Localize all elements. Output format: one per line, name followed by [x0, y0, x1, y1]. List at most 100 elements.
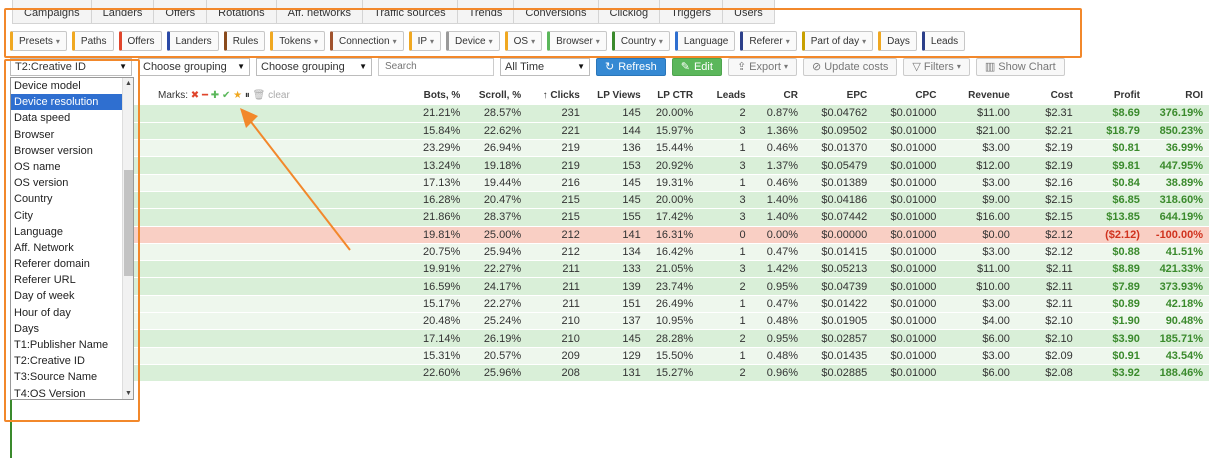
table-row[interactable]: 16.28% 20.47% 215 145 20.00% 3 1.40% $0.04186 $0… [10, 191, 1209, 210]
dropdown-scrollbar[interactable]: ▲ ▼ [122, 78, 133, 399]
column-header-lp-views[interactable]: LP Views [585, 86, 647, 105]
search-input[interactable] [378, 57, 494, 76]
table-row[interactable]: 20.75% 25.94% 212 134 16.42% 1 0.47% $0.01415 $0… [10, 243, 1209, 262]
filter-referer-button[interactable]: Referer ▾ [740, 31, 797, 51]
column-header-bots[interactable]: Bots, % [403, 86, 467, 105]
table-row[interactable]: 15.84% 22.62% 221 144 15.97% 3 1.36% $0.09502 $0… [10, 122, 1209, 141]
filter-browser-button[interactable]: Browser ▾ [547, 31, 607, 51]
column-header-profit[interactable]: Profit [1078, 86, 1146, 105]
column-header-revenue[interactable]: Revenue [942, 86, 1016, 105]
dropdown-option[interactable]: Day of week [11, 288, 133, 304]
table-row[interactable]: 19.91% 22.27% 211 133 21.05% 3 1.42% $0.05213 $0… [10, 260, 1209, 279]
dropdown-option[interactable]: Referer domain [11, 256, 133, 272]
column-header-roi[interactable]: ROI [1145, 86, 1209, 105]
dropdown-option[interactable]: T4:OS Version [11, 386, 133, 399]
cell-cr: 0.87% [751, 105, 804, 123]
table-row[interactable]: 23.29% 26.94% 219 136 15.44% 1 0.46% $0.01370 $0… [10, 139, 1209, 158]
column-header-clicks[interactable]: ↑ Clicks [527, 86, 586, 105]
grouping-select-3[interactable]: Choose grouping ▼ [256, 57, 372, 76]
column-header-cr[interactable]: CR [751, 86, 804, 105]
dropdown-option[interactable]: Referer URL [11, 272, 133, 288]
scrollbar-thumb[interactable] [124, 170, 133, 276]
dropdown-option[interactable]: Hour of day [11, 305, 133, 321]
table-row[interactable]: 21.86% 28.37% 215 155 17.42% 3 1.40% $0.07442 $0… [10, 208, 1209, 227]
filter-tokens-button[interactable]: Tokens ▾ [270, 31, 325, 51]
grouping-select-2[interactable]: Choose grouping ▼ [138, 57, 250, 76]
dropdown-option[interactable]: Device resolution [11, 94, 133, 111]
table-row[interactable]: 17.14% 26.19% 210 145 28.28% 2 0.95% $0.02857 $0… [10, 329, 1209, 348]
dropdown-option[interactable]: OS name [11, 159, 133, 175]
dropdown-option[interactable]: City [11, 208, 133, 224]
column-header-scroll[interactable]: Scroll, % [466, 86, 528, 105]
filter-rules-button[interactable]: Rules [223, 31, 266, 51]
column-header-epc[interactable]: EPC [804, 86, 874, 105]
dropdown-option[interactable]: Days [11, 321, 133, 337]
table-row[interactable]: 20.48% 25.24% 210 137 10.95% 1 0.48% $0.01905 $0… [10, 312, 1209, 331]
tab-campaigns[interactable]: Campaigns [12, 0, 92, 24]
filter-language-button[interactable]: Language [674, 31, 736, 51]
table-row[interactable]: 16.59% 24.17% 211 139 23.74% 2 0.95% $0.04739 $0… [10, 277, 1209, 296]
tab-users[interactable]: Users [722, 0, 775, 24]
filter-device-button[interactable]: Device ▾ [446, 31, 500, 51]
table-row[interactable]: jjX115.31%20.57%20912915.50%10.48%$0.014… [10, 347, 1209, 365]
tab-rotations[interactable]: Rotations [206, 0, 277, 24]
minus-icon[interactable]: ━ [202, 90, 208, 101]
cell-cpc: $0.01000 [873, 277, 943, 296]
dropdown-option[interactable]: OS version [11, 175, 133, 191]
column-header-cpc[interactable]: CPC [873, 86, 943, 105]
cell-cost: $2.09 [1015, 347, 1079, 365]
table-row[interactable]: 13.24% 19.18% 219 153 20.92% 3 1.37% $0.05479 $0… [10, 156, 1209, 175]
filter-os-button[interactable]: OS ▾ [504, 31, 543, 51]
filter-country-button[interactable]: Country ▾ [611, 31, 670, 51]
column-header-cost[interactable]: Cost [1015, 86, 1079, 105]
close-icon[interactable]: ✖ [191, 90, 199, 101]
tab-aff-networks[interactable]: Aff. networks [275, 0, 364, 24]
refresh-button[interactable]: ↻ Refresh [596, 57, 666, 76]
plus-icon[interactable]: ✚ [211, 90, 219, 101]
dropdown-option[interactable]: Browser [11, 127, 133, 143]
filter-part-of-day-button[interactable]: Part of day ▾ [801, 31, 874, 51]
filter-connection-button[interactable]: Connection ▾ [329, 31, 404, 51]
filters-button[interactable]: ▽ Filters ▾ [903, 57, 970, 76]
filter-presets-button[interactable]: Presets ▾ [10, 31, 67, 51]
filter-days-button[interactable]: Days [878, 31, 917, 51]
filter-landers-button[interactable]: Landers [166, 31, 219, 51]
table-row[interactable]: EMHX22.60%25.96%20813115.27%20.96%$0.028… [10, 364, 1209, 383]
dropdown-option[interactable]: Language [11, 224, 133, 240]
tab-traffic-sources[interactable]: Traffic sources [362, 0, 458, 24]
table-row[interactable]: 17.13% 19.44% 216 145 19.31% 1 0.46% $0.01389 $0… [10, 174, 1209, 192]
dropdown-option[interactable]: T1:Publisher Name [11, 337, 133, 353]
tab-conversions[interactable]: Conversions [513, 0, 599, 24]
tab-trends[interactable]: Trends [456, 0, 515, 24]
grouping-dropdown-list[interactable]: ▲ ▼ Device model Device resolution Data sp… [10, 77, 134, 400]
table-row[interactable]: 19.81% 25.00% 212 141 16.31% 0 0.00% $0.00000 $0… [10, 226, 1209, 244]
column-header-lp-ctr[interactable]: LP CTR [646, 86, 700, 105]
scroll-up-icon[interactable]: ▲ [123, 78, 133, 89]
dropdown-option[interactable]: T2:Creative ID [11, 353, 133, 369]
export-button[interactable]: ⇪ Export ▾ [727, 57, 797, 76]
dropdown-option[interactable]: Device model [11, 78, 133, 94]
grouping-select-1[interactable]: T2:Creative ID ▼ [10, 57, 132, 76]
tab-clicklog[interactable]: Clicklog [597, 0, 661, 24]
tab-landers[interactable]: Landers [90, 0, 155, 24]
dropdown-option[interactable]: T3:Source Name [11, 369, 133, 385]
dropdown-option[interactable]: Browser version [11, 143, 133, 159]
table-row[interactable]: 15.17% 22.27% 211 151 26.49% 1 0.47% $0.01422 $0… [10, 295, 1209, 314]
filter-paths-button[interactable]: Paths [71, 31, 114, 51]
table-row[interactable]: 21.21% 28.57% 231 145 20.00% 2 0.87% $0.04762 $0… [10, 105, 1209, 123]
tab-offers[interactable]: Offers [153, 0, 208, 24]
filter-leads-button[interactable]: Leads [921, 31, 966, 51]
dropdown-option[interactable]: Data speed [11, 110, 133, 126]
filter-offers-button[interactable]: Offers [118, 31, 162, 51]
cell-lp-ctr: 23.74% [646, 277, 700, 296]
dropdown-option[interactable]: Aff. Network [11, 240, 133, 256]
column-header-leads[interactable]: Leads [699, 86, 752, 105]
dropdown-option[interactable]: Country [11, 191, 133, 207]
scroll-down-icon[interactable]: ▼ [123, 388, 133, 399]
show-chart-button[interactable]: ▥ Show Chart [975, 57, 1065, 76]
filter-ip-button[interactable]: IP ▾ [408, 31, 442, 51]
tab-triggers[interactable]: Triggers [659, 0, 723, 24]
period-select[interactable]: All Time ▼ [500, 57, 590, 76]
edit-button[interactable]: ✎ Edit [671, 57, 722, 76]
update-costs-button[interactable]: ⊘ Update costs [802, 57, 898, 76]
